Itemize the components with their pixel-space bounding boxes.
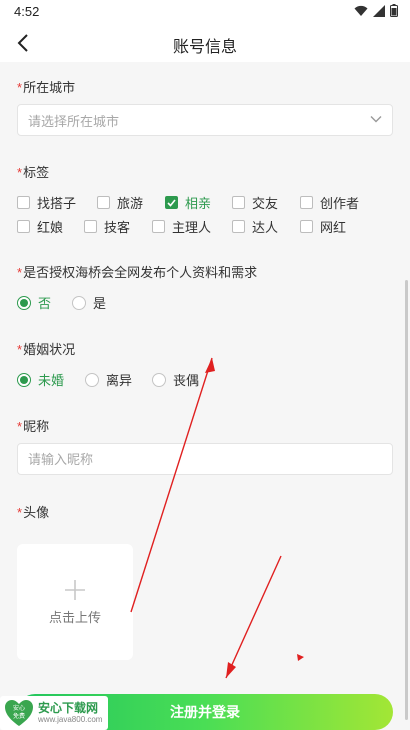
chevron-down-icon <box>370 116 382 123</box>
checkbox-checked[interactable] <box>165 196 178 209</box>
required-mark: * <box>17 505 23 520</box>
city-select[interactable]: 请选择所在城市 <box>17 104 393 136</box>
watermark-texts: 安心下载网 www.java800.com <box>38 701 102 725</box>
checkbox[interactable] <box>300 196 313 209</box>
required-mark: * <box>17 80 23 95</box>
watermark-badge-top: 安心 <box>13 704 25 712</box>
checkbox[interactable] <box>232 196 245 209</box>
radio[interactable] <box>152 372 166 387</box>
city-label: *所在城市 <box>17 80 76 95</box>
checkbox[interactable] <box>300 220 313 233</box>
radio[interactable] <box>85 372 99 387</box>
signal-icon <box>373 4 385 17</box>
nickname-input[interactable] <box>28 451 382 467</box>
radio-selected[interactable] <box>17 295 31 310</box>
watermark-badge-bottom: 免费 <box>13 712 25 720</box>
wifi-icon <box>354 5 368 16</box>
plus-icon <box>65 579 85 600</box>
marital-label: *婚姻状况 <box>17 342 76 357</box>
nickname-field[interactable] <box>17 443 393 475</box>
tags-label: *标签 <box>17 165 50 180</box>
marital-option-widowed[interactable]: 丧偶 <box>152 370 199 389</box>
status-bar: 4:52 <box>0 0 410 24</box>
tag-option[interactable]: 网红 <box>300 217 346 236</box>
tag-option[interactable]: 主理人 <box>152 217 211 236</box>
city-select-placeholder: 请选择所在城市 <box>28 113 120 129</box>
checkbox[interactable] <box>84 220 97 233</box>
tag-option[interactable]: 创作者 <box>300 193 359 212</box>
watermark-logo-icon: 安心 免费 <box>5 700 33 726</box>
nav-bar: 账号信息 <box>0 24 410 62</box>
radio[interactable] <box>72 295 86 310</box>
radio-selected[interactable] <box>17 372 31 387</box>
watermark-main-text: 安心下载网 <box>38 701 99 715</box>
checkbox[interactable] <box>97 196 110 209</box>
tag-option-checked[interactable]: 相亲 <box>165 193 211 212</box>
scrollbar[interactable] <box>405 280 408 720</box>
watermark-sub-text: www.java800.com <box>38 715 103 724</box>
checkbox[interactable] <box>232 220 245 233</box>
checkbox[interactable] <box>17 196 30 209</box>
required-mark: * <box>17 265 23 280</box>
page-title: 账号信息 <box>172 39 237 56</box>
avatar-upload[interactable]: 点击上传 <box>17 544 133 660</box>
authorize-option-yes[interactable]: 是 <box>72 293 106 312</box>
required-mark: * <box>17 165 23 180</box>
upload-text: 点击上传 <box>48 609 101 625</box>
tag-option[interactable]: 交友 <box>232 193 278 212</box>
authorize-label: *是否授权海桥会全网发布个人资料和需求 <box>17 265 258 280</box>
marital-option-single[interactable]: 未婚 <box>17 370 64 389</box>
tag-option[interactable]: 旅游 <box>97 193 143 212</box>
status-time: 4:52 <box>14 4 40 19</box>
tag-option[interactable]: 达人 <box>232 217 278 236</box>
marital-option-divorced[interactable]: 离异 <box>85 370 132 389</box>
check-icon <box>167 198 176 207</box>
nickname-label: *昵称 <box>17 419 50 434</box>
tag-option[interactable]: 红娘 <box>17 217 63 236</box>
tag-option[interactable]: 技客 <box>84 217 130 236</box>
battery-icon <box>390 4 398 17</box>
checkbox[interactable] <box>152 220 165 233</box>
authorize-option-no[interactable]: 否 <box>17 293 51 312</box>
required-mark: * <box>17 419 23 434</box>
required-mark: * <box>17 342 23 357</box>
avatar-label: *头像 <box>17 505 50 520</box>
tag-option[interactable]: 找搭子 <box>17 193 76 212</box>
checkbox[interactable] <box>17 220 30 233</box>
status-icons <box>354 4 398 17</box>
watermark: 安心 免费 安心下载网 www.java800.com <box>0 696 108 730</box>
